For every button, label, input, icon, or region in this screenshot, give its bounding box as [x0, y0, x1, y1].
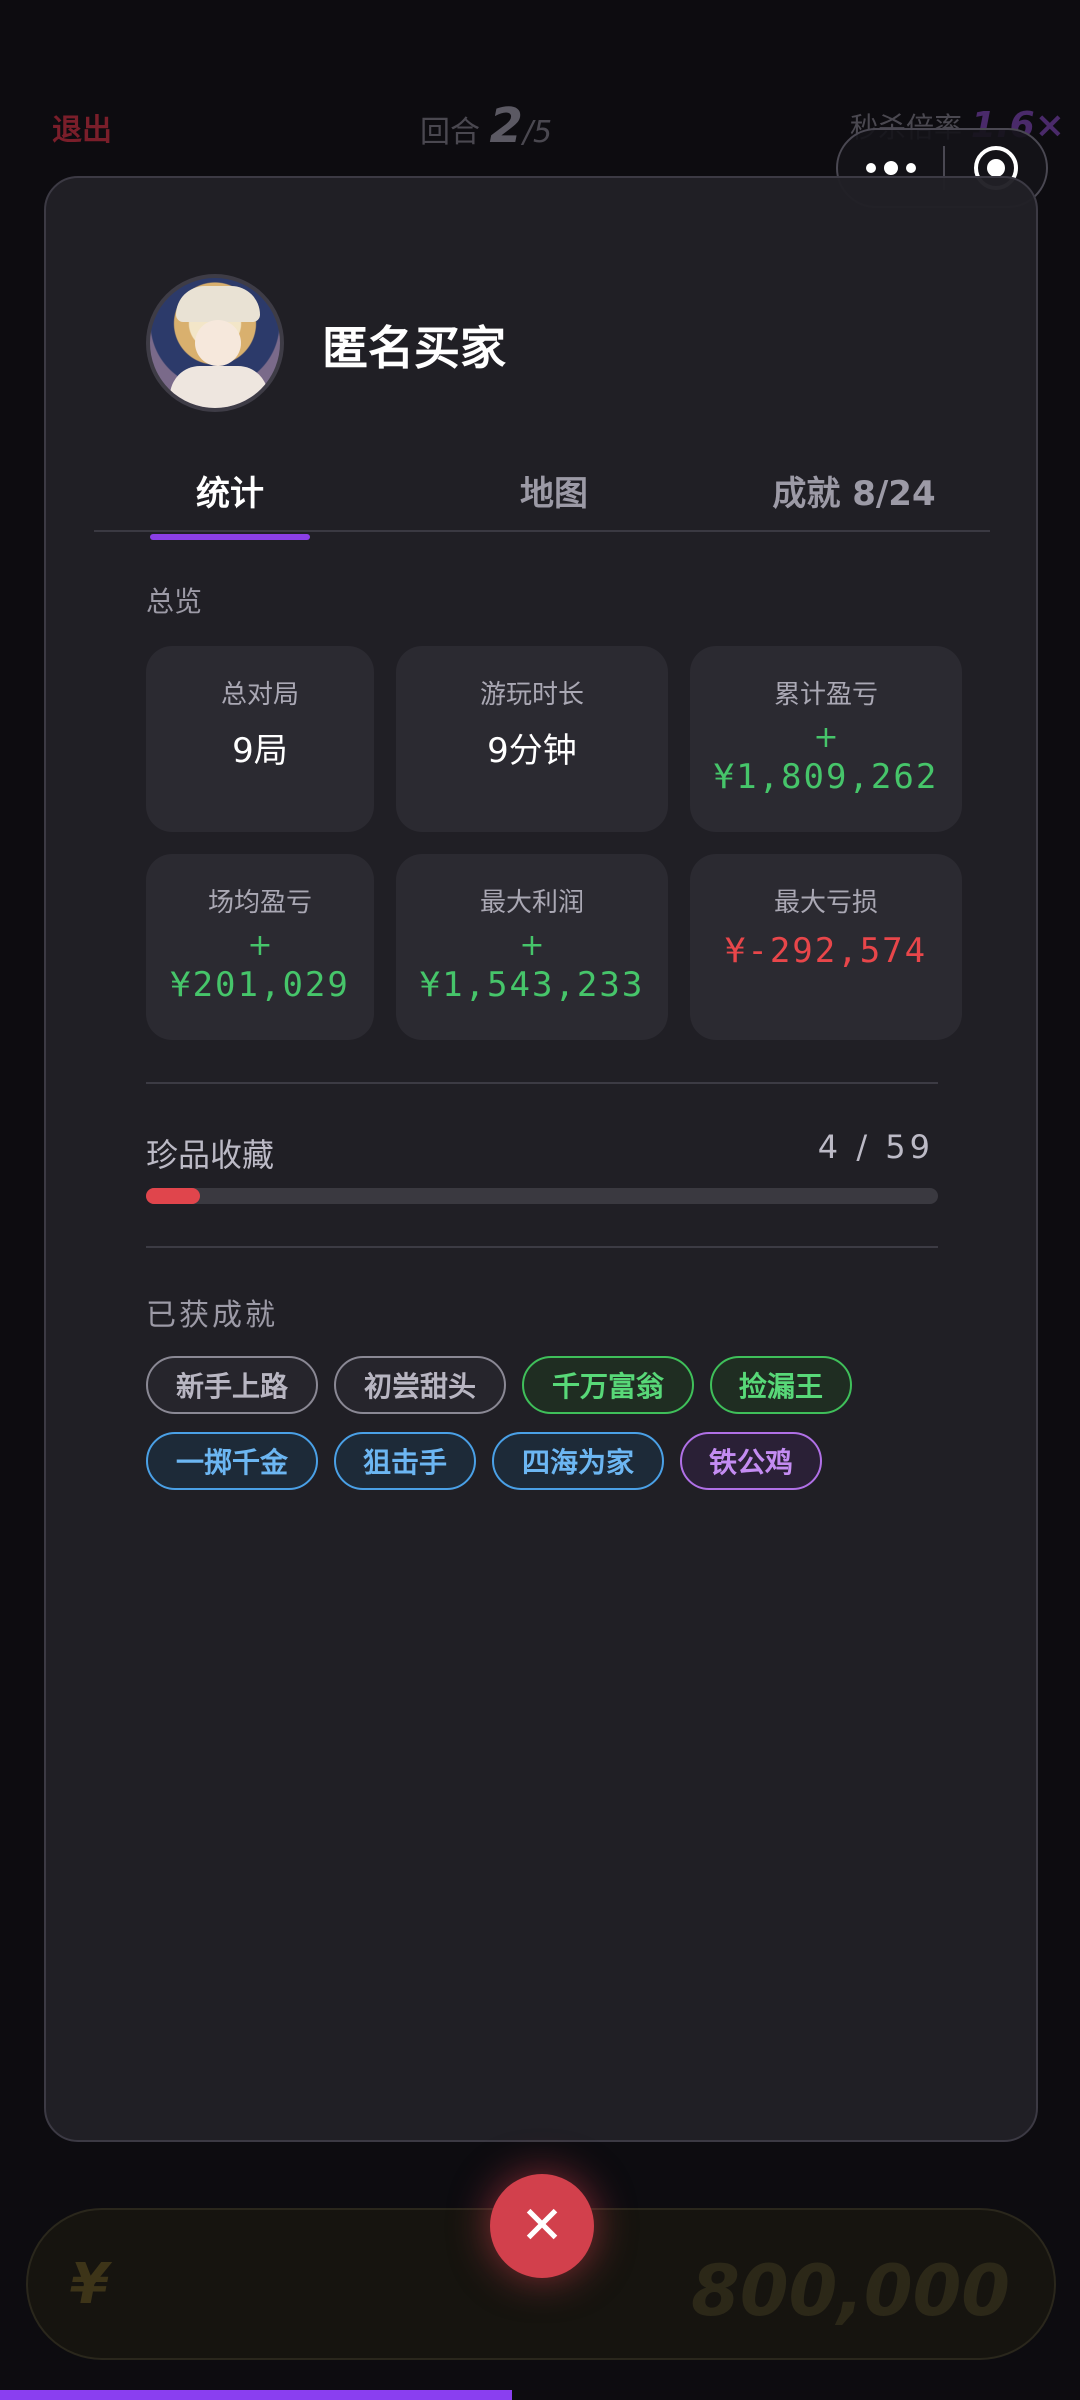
achievements-title: 已获成就	[146, 1298, 278, 1333]
stat-value: 9分钟	[487, 731, 577, 771]
stat-label: 累计盈亏	[773, 680, 878, 710]
collection-label: 珍品收藏	[146, 1136, 275, 1174]
badge-newbie[interactable]: 新手上路	[146, 1356, 318, 1414]
stat-label: 总对局	[220, 680, 299, 710]
section-divider	[146, 1082, 938, 1084]
stat-label: 最大利润	[479, 888, 584, 918]
bid-currency: ¥	[70, 2252, 109, 2317]
stat-card-play-time: 游玩时长 9分钟	[396, 646, 668, 832]
tab-achievements[interactable]: 成就 8/24	[704, 466, 1004, 515]
badge-first-taste[interactable]: 初尝甜头	[334, 1356, 506, 1414]
section-divider	[146, 1246, 938, 1248]
badge-sniper[interactable]: 狙击手	[334, 1432, 476, 1490]
collection-count: 4 / 59	[817, 1128, 934, 1166]
stat-value: ¥1,809,262	[713, 757, 939, 797]
tab-map[interactable]: 地图	[474, 466, 634, 515]
tab-active-indicator	[150, 534, 310, 540]
stat-card-max-profit: 最大利润 + ¥1,543,233	[396, 854, 668, 1040]
round-label: 回合	[420, 115, 480, 150]
badge-big-spender[interactable]: 一掷千金	[146, 1432, 318, 1490]
stat-card-total-profit: 累计盈亏 + ¥1,809,262	[690, 646, 962, 832]
close-button[interactable]: ✕	[490, 2174, 594, 2278]
stat-value: ¥201,029	[170, 965, 350, 1005]
round-total: /5	[522, 115, 553, 150]
stat-label: 游玩时长	[479, 680, 584, 710]
tab-stats[interactable]: 统计	[150, 466, 310, 515]
badge-bargain-king[interactable]: 捡漏王	[710, 1356, 852, 1414]
stat-card-total-games: 总对局 9局	[146, 646, 374, 832]
round-indicator: 回合 2/5	[420, 98, 552, 154]
badge-wanderer[interactable]: 四海为家	[492, 1432, 664, 1490]
stat-value: ¥1,543,233	[419, 965, 645, 1005]
stat-sign: +	[247, 928, 273, 963]
avatar	[146, 274, 284, 412]
username: 匿名买家	[322, 321, 506, 375]
collection-progress-fill	[146, 1188, 200, 1204]
badge-millionaire[interactable]: 千万富翁	[522, 1356, 694, 1414]
bottom-progress-line	[0, 2390, 512, 2400]
stat-sign: +	[813, 720, 839, 755]
overview-title: 总览	[146, 585, 203, 618]
collection-progress-track	[146, 1188, 938, 1204]
profile-modal: 匿名买家 统计 地图 成就 8/24 总览 总对局 9局 游玩时长 9分钟 累计…	[44, 176, 1038, 2142]
stat-value: ¥-292,574	[724, 931, 928, 971]
close-icon: ✕	[520, 2196, 564, 2256]
stat-label: 场均盈亏	[207, 888, 312, 918]
stat-label: 最大亏损	[773, 888, 878, 918]
round-current: 2	[489, 98, 523, 154]
tab-bar: 统计 地图 成就 8/24	[94, 454, 990, 532]
stat-sign: +	[519, 928, 545, 963]
exit-button: 退出	[52, 113, 112, 148]
stat-value: 9局	[232, 731, 288, 771]
stat-card-avg-profit: 场均盈亏 + ¥201,029	[146, 854, 374, 1040]
bid-amount: 800,000	[691, 2250, 1010, 2332]
badge-miser[interactable]: 铁公鸡	[680, 1432, 822, 1490]
stat-card-max-loss: 最大亏损 ¥-292,574	[690, 854, 962, 1040]
